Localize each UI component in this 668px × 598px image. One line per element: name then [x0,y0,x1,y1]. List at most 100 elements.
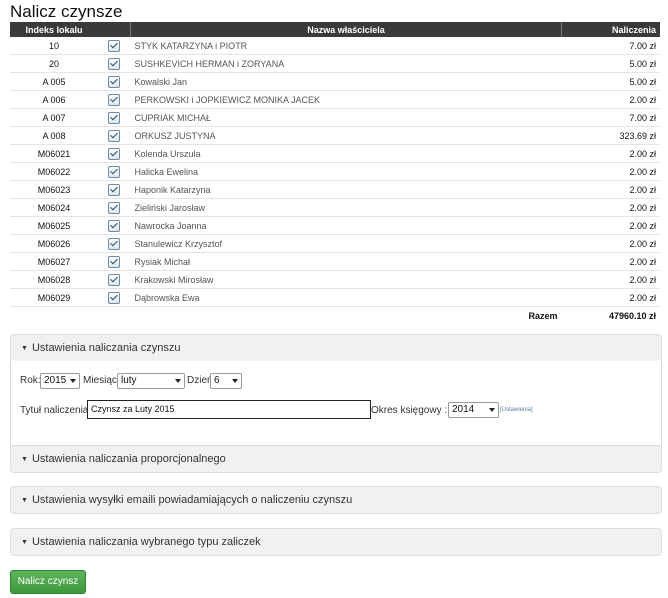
table-row: M06026 Stanulewicz Krzysztof 2.00 zł [10,234,660,253]
row-checkbox[interactable] [98,72,131,91]
row-amount: 2.00 zł [561,216,660,235]
header-owner[interactable]: Nazwa właściciela [130,22,562,37]
checkbox-checked-icon[interactable] [108,237,121,250]
table-row: M06027 Rysiak Michał 2.00 zł [10,252,660,271]
row-amount: 2.00 zł [561,144,660,163]
row-owner: Kowalski Jan [130,72,562,91]
row-amount: 5.00 zł [561,72,660,91]
day-select[interactable]: 6 [210,373,242,389]
charge-title-input[interactable]: Czynsz za Luty 2015 [87,400,371,419]
period-select[interactable]: 2014 [448,402,499,418]
row-amount: 2.00 zł [561,252,660,271]
row-index: M06026 [10,234,98,253]
caret-down-icon: ▼ [21,497,28,504]
row-checkbox[interactable] [98,198,131,217]
total-value: 47960.10 zł [608,311,656,321]
table-header-row: Indeks lokalu Nazwa właściciela Naliczen… [10,22,660,37]
row-amount: 2.00 zł [561,180,660,199]
year-select[interactable]: 2015 [40,373,80,389]
checkbox-checked-icon[interactable] [108,93,121,106]
row-checkbox[interactable] [98,144,131,163]
settings-panel: ▼ Ustawienia naliczania czynszu Rok: 2015… [10,334,662,450]
checkbox-checked-icon[interactable] [108,165,121,178]
emails-panel-header[interactable]: ▼ Ustawienia wysyłki emaili powiadamiając… [11,487,661,513]
row-index: 20 [10,54,98,73]
row-checkbox[interactable] [98,234,131,253]
table-row: M06023 Haponik Katarzyna 2.00 zł [10,180,660,199]
checkbox-checked-icon[interactable] [108,255,121,268]
row-owner: ORKUSZ JUSTYNA [130,126,562,145]
row-checkbox[interactable] [98,90,131,109]
row-amount: 2.00 zł [561,234,660,253]
checkbox-checked-icon[interactable] [108,147,121,160]
total-row: Razem 47960.10 zł [10,307,660,326]
table-row: M06024 Zieliński Jarosław 2.00 zł [10,198,660,217]
row-index: M06025 [10,216,98,235]
row-checkbox[interactable] [98,108,131,127]
row-index: A 005 [10,72,98,91]
row-checkbox[interactable] [98,162,131,181]
row-owner: CUPRIAK MICHAŁ [130,108,562,127]
table-row: 20 SUSHKEVICH HERMAN i ZORYANA 5.00 zł [10,54,660,73]
row-index: M06021 [10,144,98,163]
row-owner: Rysiak Michał [130,252,562,271]
table-row: A 005 Kowalski Jan 5.00 zł [10,72,660,91]
row-amount: 2.00 zł [561,270,660,289]
row-index: M06028 [10,270,98,289]
row-owner: Stanulewicz Krzysztof [130,234,562,253]
row-index: A 008 [10,126,98,145]
checkbox-checked-icon[interactable] [108,219,121,232]
settings-panel-header[interactable]: ▼ Ustawienia naliczania czynszu [11,335,661,361]
row-owner: Zieliński Jarosław [130,198,562,217]
row-index: M06027 [10,252,98,271]
month-select[interactable]: luty [117,373,185,389]
caret-down-icon: ▼ [21,539,28,546]
row-amount: 2.00 zł [561,162,660,181]
table-row: A 007 CUPRIAK MICHAŁ 7.00 zł [10,108,660,127]
table-row: M06028 Krakowski Mirosław 2.00 zł [10,270,660,289]
page-title: Nalicz czynsze [10,2,123,21]
emails-panel-title: Ustawienia wysyłki emaili powiadamiający… [31,494,353,506]
settings-link[interactable]: [Ustawienia] [500,407,533,413]
table-row: M06025 Nawrocka Joanna 2.00 zł [10,216,660,235]
table-row: A 006 PERKOWSKI i JOPKIEWICZ MONIKA JACEK… [10,90,660,109]
checkbox-checked-icon[interactable] [108,75,121,88]
row-index: 10 [10,37,98,55]
row-owner: Dąbrowska Ewa [130,288,562,307]
checkbox-checked-icon[interactable] [108,129,121,142]
total-label: Razem [528,311,558,321]
row-checkbox[interactable] [98,216,131,235]
row-checkbox[interactable] [98,270,131,289]
row-index: M06024 [10,198,98,217]
chevron-down-icon [70,379,76,383]
checkbox-checked-icon[interactable] [108,201,121,214]
settings-panel-title: Ustawienia naliczania czynszu [31,342,181,354]
settings-panel-body: Rok: 2015 Miesiąc: luty Dzień 6 Tytuł na… [11,361,661,449]
caret-down-icon: ▼ [21,456,28,463]
row-checkbox[interactable] [98,126,131,145]
header-index[interactable]: Indeks lokalu [10,22,98,37]
row-index: A 006 [10,90,98,109]
row-index: M06029 [10,288,98,307]
chevron-down-icon [489,408,495,412]
row-checkbox[interactable] [98,180,131,199]
header-charges[interactable]: Naliczenia [561,22,660,37]
row-checkbox[interactable] [98,252,131,271]
row-amount: 5.00 zł [561,54,660,73]
checkbox-checked-icon[interactable] [108,183,121,196]
header-select [98,22,131,37]
checkbox-checked-icon[interactable] [108,57,121,70]
checkbox-checked-icon[interactable] [108,39,121,52]
row-checkbox[interactable] [98,54,131,73]
submit-button[interactable]: Nalicz czynsz [10,570,86,594]
checkbox-checked-icon[interactable] [108,111,121,124]
advances-panel-header[interactable]: ▼ Ustawienia naliczania wybranego typu za… [11,529,661,555]
year-label: Rok: [20,375,41,386]
row-owner: Haponik Katarzyna [130,180,562,199]
row-checkbox[interactable] [98,37,131,55]
checkbox-checked-icon[interactable] [108,291,121,304]
proportional-panel-header[interactable]: ▼ Ustawienia naliczania proporcjonalnego [11,446,661,472]
proportional-panel-title: Ustawienia naliczania proporcjonalnego [31,453,226,465]
checkbox-checked-icon[interactable] [108,273,121,286]
row-checkbox[interactable] [98,288,131,307]
